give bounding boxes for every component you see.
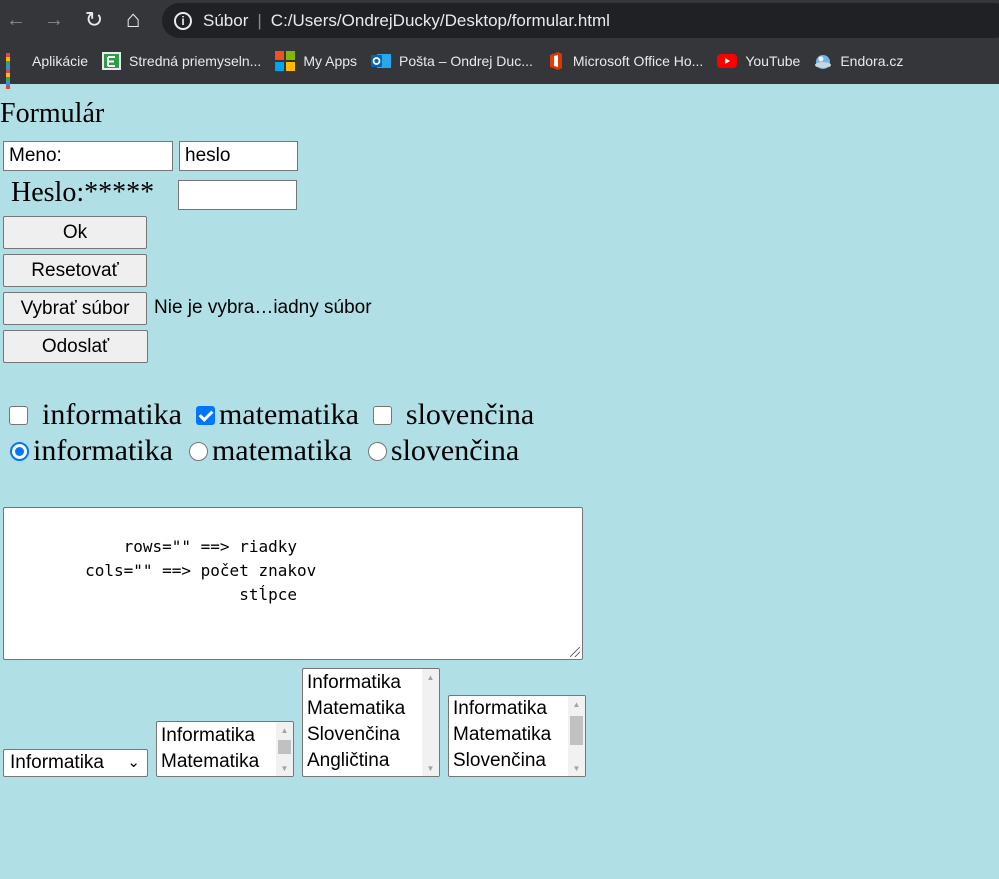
- subject-select[interactable]: Informatika ⌄: [3, 749, 148, 777]
- browser-chrome: ← → ↻ ⌂ i Súbor | C:/Users/OndrejDucky/D…: [0, 0, 999, 89]
- checkbox-label: informatika: [42, 398, 182, 431]
- bookmark-label: YouTube: [745, 53, 801, 69]
- textarea-text: rows="" ==> riadky cols="" ==> počet zna…: [85, 537, 317, 604]
- microsoft-icon: [275, 51, 296, 71]
- submit-button[interactable]: Odoslať: [3, 330, 148, 363]
- url-text[interactable]: C:/Users/OndrejDucky/Desktop/formular.ht…: [271, 11, 610, 31]
- bookmark-label: Microsoft Office Ho...: [572, 53, 704, 69]
- scroll-up-icon[interactable]: ▲: [422, 669, 439, 685]
- apps-grid-icon: [6, 52, 24, 89]
- info-icon[interactable]: i: [174, 11, 192, 30]
- checkbox-matematika[interactable]: [195, 405, 215, 425]
- url-scheme-label: Súbor: [203, 10, 249, 30]
- scrollbar-thumb[interactable]: [570, 716, 583, 745]
- choose-file-button[interactable]: Vybrať súbor: [3, 292, 147, 325]
- radio-matematika[interactable]: [188, 441, 208, 461]
- home-icon[interactable]: ⌂: [119, 6, 147, 34]
- scrollbar[interactable]: ▲ ▼: [422, 669, 439, 776]
- ok-button[interactable]: Ok: [3, 216, 147, 249]
- bookmark-posta[interactable]: Pošta – Ondrej Duc...: [371, 52, 533, 70]
- scroll-down-icon[interactable]: ▼: [568, 760, 585, 776]
- listbox-option[interactable]: Informatika: [157, 723, 293, 749]
- listbox-option[interactable]: Matematika: [303, 696, 439, 722]
- radio-label: matematika: [211, 434, 352, 467]
- school-icon: [102, 52, 122, 70]
- bookmark-label: My Apps: [303, 53, 358, 69]
- scroll-up-icon[interactable]: ▲: [276, 722, 293, 738]
- reset-button[interactable]: Resetovať: [3, 254, 147, 287]
- bookmark-youtube[interactable]: YouTube: [717, 52, 800, 70]
- password-input[interactable]: [178, 180, 297, 210]
- password-text-input[interactable]: [179, 141, 298, 171]
- address-bar[interactable]: i Súbor | C:/Users/OndrejDucky/Desktop/f…: [162, 3, 999, 38]
- file-status-text: Nie je vybra…iadny súbor: [154, 297, 372, 318]
- scroll-down-icon[interactable]: ▼: [276, 760, 293, 776]
- listbox-option[interactable]: Matematika: [449, 722, 585, 748]
- reload-icon[interactable]: ↻: [80, 6, 108, 34]
- listbox-option[interactable]: Angličtina: [303, 748, 439, 774]
- radio-informatika[interactable]: [10, 441, 29, 461]
- bookmark-endora[interactable]: Endora.cz: [814, 52, 903, 70]
- listbox-option[interactable]: Informatika: [303, 670, 439, 696]
- listbox-medium[interactable]: Informatika Matematika Slovenčina ▲ ▼: [448, 695, 586, 777]
- name-input[interactable]: [3, 141, 173, 171]
- radio-label: informatika: [33, 434, 173, 467]
- checkbox-label: slovenčina: [405, 398, 535, 431]
- scroll-up-icon[interactable]: ▲: [568, 696, 585, 712]
- listbox-option[interactable]: Informatika: [449, 696, 585, 722]
- chevron-down-icon: ⌄: [127, 754, 140, 771]
- url-separator: |: [257, 10, 262, 30]
- bookmark-label: Stredná priemyseln...: [129, 53, 262, 69]
- bookmark-school[interactable]: Stredná priemyseln...: [102, 52, 261, 70]
- radio-group: informatika matematika slovenčina: [10, 434, 519, 468]
- bookmark-label: Endora.cz: [840, 53, 904, 69]
- select-value: Informatika: [10, 752, 104, 773]
- scrollbar[interactable]: ▲ ▼: [568, 696, 585, 776]
- password-label: Heslo:*****: [11, 177, 155, 208]
- resize-grip-icon[interactable]: [570, 647, 580, 657]
- scroll-down-icon[interactable]: ▼: [422, 760, 439, 776]
- bookmark-apps[interactable]: Aplikácie: [6, 52, 89, 89]
- listbox-small[interactable]: Informatika Matematika ▲ ▼: [156, 721, 294, 777]
- office-icon: [547, 52, 565, 70]
- youtube-icon: [717, 52, 738, 70]
- checkbox-group: informatika matematika slovenčina: [9, 398, 534, 432]
- notes-textarea[interactable]: rows="" ==> riadky cols="" ==> počet zna…: [3, 507, 583, 660]
- bookmark-label: Aplikácie: [32, 53, 89, 69]
- bookmark-my-apps[interactable]: My Apps: [275, 51, 357, 71]
- listbox-option[interactable]: Slovenčina: [449, 748, 585, 774]
- back-arrow-icon[interactable]: ←: [2, 6, 30, 34]
- radio-slovencina[interactable]: [367, 441, 387, 461]
- forward-arrow-icon[interactable]: →: [40, 6, 68, 34]
- scrollbar-thumb[interactable]: [278, 740, 291, 754]
- endora-icon: [814, 52, 832, 70]
- checkbox-informatika[interactable]: [9, 405, 28, 425]
- listbox-large[interactable]: Informatika Matematika Slovenčina Anglič…: [302, 668, 440, 777]
- checkbox-label: matematika: [218, 398, 359, 431]
- bookmark-office[interactable]: Microsoft Office Ho...: [547, 52, 703, 70]
- radio-label: slovenčina: [390, 434, 520, 467]
- scrollbar[interactable]: ▲ ▼: [276, 722, 293, 776]
- outlook-icon: [371, 52, 392, 70]
- page-content: Formulár Heslo:***** Ok Resetovať Vybrať…: [0, 84, 999, 879]
- listbox-option[interactable]: Slovenčina: [303, 722, 439, 748]
- listbox-option[interactable]: Matematika: [157, 749, 293, 775]
- checkbox-slovencina[interactable]: [372, 405, 392, 425]
- page-title: Formulár: [0, 98, 105, 129]
- bookmarks-bar: Aplikácie Stredná priemyseln... My Apps …: [0, 44, 999, 89]
- bookmark-label: Pošta – Ondrej Duc...: [399, 53, 533, 69]
